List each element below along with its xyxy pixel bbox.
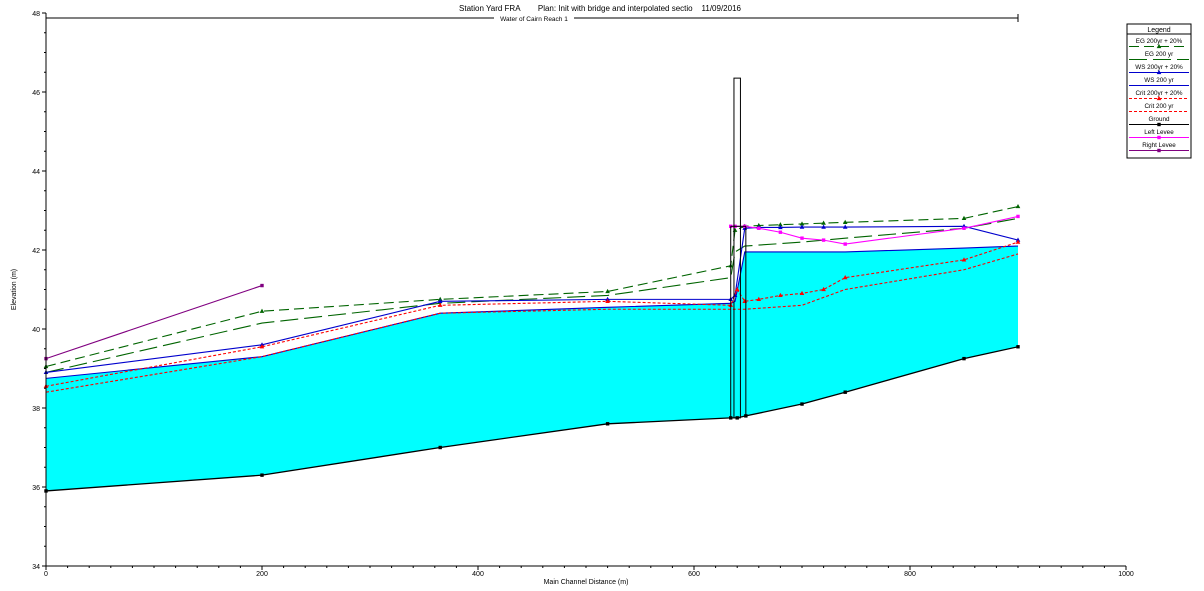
legend-label: EG 200yr + 20% bbox=[1136, 38, 1183, 45]
x-tick-label: 800 bbox=[904, 571, 916, 578]
legend-label: WS 200 yr bbox=[1144, 77, 1173, 84]
y-tick-label: 34 bbox=[32, 564, 40, 571]
legend-label: Right Levee bbox=[1142, 142, 1176, 149]
series-7-point bbox=[821, 238, 826, 242]
series-0-point bbox=[732, 227, 738, 232]
legend-label: WS 200yr + 20% bbox=[1135, 64, 1183, 71]
series-0-point bbox=[1015, 203, 1021, 209]
x-axis-label: Main Channel Distance (m) bbox=[544, 579, 629, 586]
x-tick-label: 400 bbox=[472, 571, 484, 578]
series-7-point bbox=[962, 226, 966, 230]
profile-plot: Station Yard FRA Plan: Init with bridge … bbox=[0, 0, 1204, 591]
x-tick-label: 600 bbox=[688, 571, 700, 578]
series-6-point bbox=[843, 390, 847, 394]
series-line-7 bbox=[730, 215, 1019, 245]
legend-marker-6 bbox=[1157, 122, 1161, 127]
x-tick-label: 200 bbox=[256, 571, 268, 578]
chart-canvas: 34 36 38 40 42 44 46 48 0 200 400 600 800 1000 Main Ch… bbox=[11, 11, 1192, 586]
series-6-point bbox=[1016, 345, 1020, 349]
y-tick-label: 38 bbox=[32, 406, 40, 413]
y-tick-label: 48 bbox=[32, 11, 40, 18]
legend-label: Ground bbox=[1148, 116, 1170, 123]
x-tick-label: 0 bbox=[44, 571, 48, 578]
reach-label: Water of Cairn Reach 1 bbox=[500, 16, 568, 23]
reach-indicator: Water of Cairn Reach 1 bbox=[45, 14, 1019, 23]
series-6-point bbox=[260, 473, 264, 477]
series-6-point bbox=[962, 356, 966, 361]
legend-label: EG 200 yr bbox=[1145, 51, 1173, 58]
y-tick-label: 42 bbox=[32, 248, 40, 255]
legend-label: Crit 200yr + 20% bbox=[1135, 90, 1182, 97]
legend: Legend EG 200yr + 20% EG 200 yr WS 200yr + … bbox=[1126, 23, 1192, 159]
y-axis-label: Elevation (m) bbox=[11, 269, 18, 310]
series-7-point bbox=[778, 230, 783, 234]
y-tick-label: 44 bbox=[32, 169, 40, 176]
series-6-point bbox=[605, 422, 610, 426]
series-6-point bbox=[438, 445, 442, 450]
legend-marker-7 bbox=[1157, 135, 1161, 140]
series-7 bbox=[729, 214, 1020, 246]
series-0-point bbox=[259, 308, 265, 313]
series-7-point bbox=[757, 226, 761, 230]
y-tick-label: 46 bbox=[32, 90, 40, 97]
legend-title: Legend bbox=[1147, 27, 1170, 34]
series-8-point bbox=[260, 283, 264, 288]
series-7-point bbox=[800, 236, 804, 240]
series-6-point bbox=[800, 402, 804, 406]
y-tick-label: 40 bbox=[32, 327, 40, 334]
legend-label: Crit 200 yr bbox=[1144, 103, 1173, 110]
y-tick-label: 36 bbox=[32, 485, 40, 492]
series-7-point bbox=[843, 242, 847, 246]
legend-marker-8 bbox=[1157, 148, 1161, 153]
x-tick-label: 1000 bbox=[1118, 571, 1134, 578]
legend-label: Left Levee bbox=[1144, 129, 1174, 136]
series-0-point bbox=[821, 220, 826, 225]
series-7-point bbox=[1016, 214, 1020, 219]
